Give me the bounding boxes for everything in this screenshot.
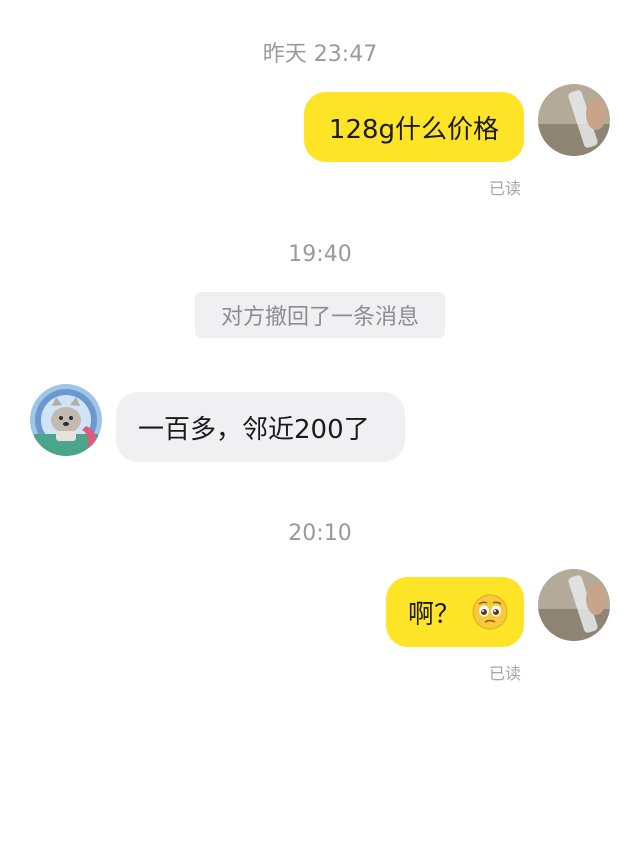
pleading-face-icon <box>472 594 508 630</box>
message-text: 一百多，邻近200了 <box>138 414 370 445</box>
my-avatar[interactable] <box>538 84 610 156</box>
message-bubble-outgoing[interactable]: 128g什么价格 <box>304 92 524 162</box>
timestamp: 昨天 23:47 <box>262 42 378 67</box>
my-avatar[interactable] <box>538 569 610 641</box>
message-bubble-outgoing[interactable]: 啊？ <box>386 577 524 647</box>
message-text: 128g什么价格 <box>328 114 500 145</box>
message-text: 啊？ <box>408 599 461 630</box>
message-bubble-incoming[interactable]: 一百多，邻近200了 <box>116 392 405 462</box>
timestamp: 19:40 <box>288 242 352 267</box>
contact-avatar[interactable] <box>30 384 102 456</box>
recall-notice: 对方撤回了一条消息 <box>195 292 445 338</box>
read-receipt: 已读 <box>489 179 522 198</box>
recall-notice-text: 对方撤回了一条消息 <box>220 305 419 330</box>
read-receipt: 已读 <box>489 664 522 683</box>
timestamp: 20:10 <box>288 521 352 546</box>
